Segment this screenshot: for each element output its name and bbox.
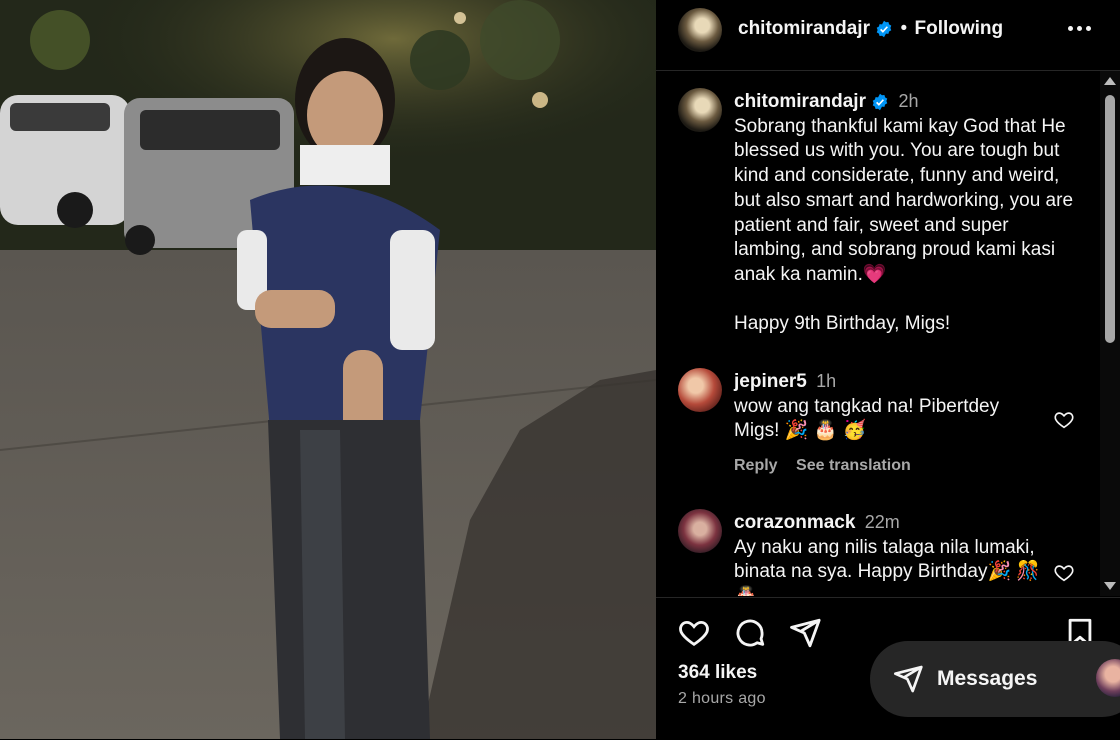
verified-badge-icon [876, 20, 892, 38]
author-line: chitomirandajr • Following [738, 18, 1003, 40]
scrollbar-thumb[interactable] [1105, 95, 1115, 343]
comments-list[interactable]: chitomirandajr 2h Sobrang thankful kami … [656, 71, 1104, 596]
see-translation-button[interactable]: See translation [796, 457, 911, 474]
comment-actions: Reply See translation [734, 457, 925, 475]
comment-icon[interactable] [733, 616, 767, 650]
reply-button[interactable]: Reply [734, 457, 778, 474]
heart-emoji: 💗 [862, 263, 887, 285]
comment-time: 22m [864, 512, 900, 532]
caption-time: 2h [898, 91, 919, 111]
following-button[interactable]: Following [914, 18, 1003, 39]
caption-body: Sobrang thankful kami kay God that He bl… [734, 115, 1074, 285]
comment-avatar[interactable] [678, 509, 722, 553]
caption-author-avatar[interactable] [678, 88, 722, 132]
comment-item: jepiner5 1h wow ang tangkad na! Pibertde… [734, 369, 1079, 444]
follow-separator: • [900, 18, 908, 39]
heart-icon[interactable] [677, 616, 711, 650]
post-header: chitomirandajr • Following [656, 0, 1120, 71]
scroll-down-arrow-icon[interactable] [1104, 582, 1116, 590]
messages-label: Messages [937, 667, 1038, 690]
post-image [0, 0, 656, 739]
author-username[interactable]: chitomirandajr [738, 18, 870, 39]
caption-block: chitomirandajr 2h Sobrang thankful kami … [734, 89, 1079, 336]
messages-send-icon [894, 665, 923, 693]
post-timestamp: 2 hours ago [678, 690, 766, 707]
verified-badge-icon [872, 93, 888, 111]
messages-contact-avatar [1096, 659, 1120, 697]
likes-count[interactable]: 364 likes [678, 662, 757, 684]
messages-button[interactable]: Messages [870, 641, 1120, 717]
post-photo [0, 0, 656, 739]
comment-time: 1h [816, 371, 837, 391]
caption-text: Sobrang thankful kami kay God that He bl… [734, 115, 1079, 288]
comments-scrollbar[interactable] [1100, 71, 1120, 596]
comment-username[interactable]: corazonmack [734, 512, 855, 533]
send-icon[interactable] [788, 616, 822, 650]
caption-username[interactable]: chitomirandajr [734, 91, 866, 112]
scroll-up-arrow-icon[interactable] [1104, 77, 1116, 85]
comment-text: wow ang tangkad na! Pibertdey Migs! 🎉 🎂 … [734, 395, 1000, 442]
caption-birthday-line: Happy 9th Birthday, Migs! [734, 312, 951, 334]
post-side-panel: chitomirandajr • Following chitomirandaj… [656, 0, 1120, 739]
comment-text: Ay naku ang nilis talaga nila lumaki, bi… [734, 536, 1041, 596]
comment-item: corazonmack 22m Ay naku ang nilis talaga… [734, 510, 1079, 596]
comment-like-heart-icon[interactable] [1053, 409, 1075, 431]
more-options-icon[interactable] [1066, 16, 1094, 40]
comment-username[interactable]: jepiner5 [734, 371, 807, 392]
author-avatar[interactable] [678, 8, 722, 52]
comment-like-heart-icon[interactable] [1053, 562, 1075, 584]
comment-avatar[interactable] [678, 368, 722, 412]
